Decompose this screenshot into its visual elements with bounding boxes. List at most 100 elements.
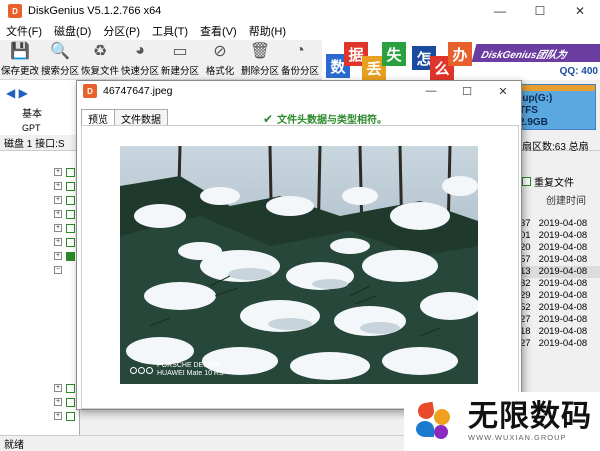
quick-partition-icon: ◕ bbox=[135, 42, 145, 59]
table-row[interactable]: 37 2019-04-08 bbox=[520, 218, 600, 230]
app-title: DiskGenius V5.1.2.766 x64 bbox=[28, 5, 162, 17]
brand-name: 无限数码 bbox=[468, 400, 592, 433]
nav-arrows[interactable]: ◀ ▶ bbox=[6, 86, 28, 100]
check-icon: ✔ bbox=[263, 111, 274, 126]
file-type-match-status: ✔ 文件头数据与类型相符。 bbox=[263, 111, 387, 127]
tool-label: 删除分区 bbox=[240, 66, 279, 77]
tree-node[interactable]: + bbox=[54, 397, 76, 407]
tool-label: 格式化 bbox=[205, 66, 235, 77]
partition-tile[interactable]: tup(G:) TFS 2.9GB bbox=[514, 84, 596, 130]
dialog-title-bar: D 46747647.jpeg — ☐ ✕ bbox=[77, 81, 521, 101]
disk-info-text: 磁盘 1 接口:S bbox=[4, 139, 65, 150]
row-date: 2019-04-08 bbox=[538, 290, 588, 301]
table-row[interactable]: 52 2019-04-08 bbox=[520, 302, 600, 314]
menu-file[interactable]: 文件(F) bbox=[6, 23, 42, 39]
search-partition-button[interactable]: 🔍 搜索分区 bbox=[40, 40, 80, 80]
table-row-selected[interactable]: 13 2019-04-08 bbox=[520, 266, 600, 278]
partition-name: tup(G:) bbox=[519, 93, 553, 104]
tree-node[interactable]: + bbox=[54, 167, 76, 177]
tree-node[interactable]: + bbox=[54, 237, 76, 247]
tree-node[interactable]: + bbox=[54, 383, 76, 393]
banner-char-text: 丢 bbox=[366, 60, 382, 78]
partition-size: 2.9GB bbox=[519, 117, 548, 128]
tree-node[interactable]: + bbox=[54, 251, 76, 261]
menu-tools[interactable]: 工具(T) bbox=[152, 23, 188, 39]
tree-node[interactable]: − bbox=[54, 265, 76, 275]
banner-char-text: 失 bbox=[386, 46, 402, 64]
row-date: 2019-04-08 bbox=[538, 266, 588, 277]
table-row[interactable]: 29 2019-04-08 bbox=[520, 290, 600, 302]
tool-label: 新建分区 bbox=[160, 66, 199, 77]
close-button[interactable]: ✕ bbox=[560, 0, 600, 22]
delete-partition-button[interactable]: 🗑 删除分区 bbox=[240, 40, 280, 80]
table-row[interactable]: 27 2019-04-08 bbox=[520, 314, 600, 326]
table-row[interactable]: 27 2019-04-08 bbox=[520, 338, 600, 350]
search-icon: 🔍 bbox=[50, 43, 70, 60]
save-changes-button[interactable]: 💾 保存更改 bbox=[0, 40, 40, 80]
watermark-model: HUAWEI Mate 10 RS bbox=[157, 370, 224, 377]
sector-info: 扇区数:63 总扇 bbox=[522, 142, 589, 153]
menu-help[interactable]: 帮助(H) bbox=[249, 23, 286, 39]
brand-url: WWW.WUXIAN.GROUP bbox=[468, 433, 567, 442]
dialog-app-icon: D bbox=[83, 84, 97, 98]
table-row[interactable]: 01 2019-04-08 bbox=[520, 230, 600, 242]
recover-files-button[interactable]: ♻ 恢复文件 bbox=[80, 40, 120, 80]
row-date: 2019-04-08 bbox=[538, 230, 588, 241]
menu-disk[interactable]: 磁盘(D) bbox=[54, 23, 91, 39]
format-button[interactable]: ⊘ 格式化 bbox=[200, 40, 240, 80]
tool-label: 恢复文件 bbox=[80, 66, 119, 77]
tree-node[interactable]: + bbox=[54, 195, 76, 205]
table-row[interactable]: 32 2019-04-08 bbox=[520, 278, 600, 290]
column-header-created[interactable]: 创建时间 bbox=[546, 192, 586, 207]
row-date: 2019-04-08 bbox=[538, 218, 588, 229]
dialog-minimize-button[interactable]: — bbox=[413, 81, 449, 101]
watermark-brand: PORSCHE DESIGN bbox=[157, 362, 221, 369]
app-icon: D bbox=[8, 4, 22, 18]
row-date: 2019-04-08 bbox=[538, 278, 588, 289]
backup-icon: ◔ bbox=[295, 42, 305, 59]
tree-node[interactable]: + bbox=[54, 181, 76, 191]
table-row[interactable]: 20 2019-04-08 bbox=[520, 242, 600, 254]
partition-fs: TFS bbox=[519, 105, 538, 116]
status-text: 就绪 bbox=[4, 440, 24, 451]
tool-label: 保存更改 bbox=[0, 66, 39, 77]
row-date: 2019-04-08 bbox=[538, 314, 588, 325]
banner-char-text: 办 bbox=[452, 46, 468, 64]
row-date: 2019-04-08 bbox=[538, 242, 588, 253]
format-icon: ⊘ bbox=[213, 43, 227, 60]
image-preview: PORSCHE DESIGN HUAWEI Mate 10 RS bbox=[120, 146, 478, 384]
banner-char: 失 bbox=[382, 42, 406, 66]
save-icon: 💾 bbox=[10, 43, 30, 60]
trash-icon: 🗑 bbox=[249, 43, 271, 60]
directory-tree: + + + + + + + − + + + bbox=[0, 165, 80, 435]
minimize-button[interactable]: — bbox=[480, 0, 520, 22]
duplicate-files-checkbox[interactable]: 重复文件 bbox=[522, 174, 574, 189]
checkbox-box bbox=[522, 177, 531, 186]
maximize-button[interactable]: ☐ bbox=[520, 0, 560, 22]
table-row[interactable]: 57 2019-04-08 bbox=[520, 254, 600, 266]
quick-partition-button[interactable]: ◕ 快速分区 bbox=[120, 40, 160, 80]
menu-partition[interactable]: 分区(P) bbox=[103, 23, 140, 39]
banner-char: 办 bbox=[448, 42, 472, 66]
disk-type-gpt: GPT bbox=[22, 123, 41, 133]
row-date: 2019-04-08 bbox=[538, 302, 588, 313]
dialog-close-button[interactable]: ✕ bbox=[485, 81, 521, 101]
new-partition-button[interactable]: ▭ 新建分区 bbox=[160, 40, 200, 80]
menu-bar: 文件(F) 磁盘(D) 分区(P) 工具(T) 查看(V) 帮助(H) bbox=[0, 22, 600, 40]
lens-icon bbox=[130, 366, 153, 374]
camera-watermark: PORSCHE DESIGN HUAWEI Mate 10 RS bbox=[130, 362, 224, 378]
menu-view[interactable]: 查看(V) bbox=[200, 23, 237, 39]
tree-node[interactable]: + bbox=[54, 223, 76, 233]
promo-banner[interactable]: 数 据 丢 失 怎 么 办 DiskGenius团队为 QQ: 400 bbox=[322, 40, 600, 80]
dialog-maximize-button[interactable]: ☐ bbox=[449, 81, 485, 101]
main-title-bar: D DiskGenius V5.1.2.766 x64 — ☐ ✕ bbox=[0, 0, 600, 22]
backup-partition-button[interactable]: ◔ 备份分区 bbox=[280, 40, 320, 80]
partition-tile-header bbox=[515, 85, 595, 91]
new-partition-icon: ▭ bbox=[172, 43, 188, 60]
snowy-pine-photo bbox=[120, 146, 478, 384]
tree-node[interactable]: + bbox=[54, 209, 76, 219]
tool-label: 备份分区 bbox=[280, 66, 319, 77]
table-row[interactable]: 18 2019-04-08 bbox=[520, 326, 600, 338]
tree-node[interactable]: + bbox=[54, 411, 76, 421]
disk-type-basic: 基本 bbox=[22, 109, 42, 120]
